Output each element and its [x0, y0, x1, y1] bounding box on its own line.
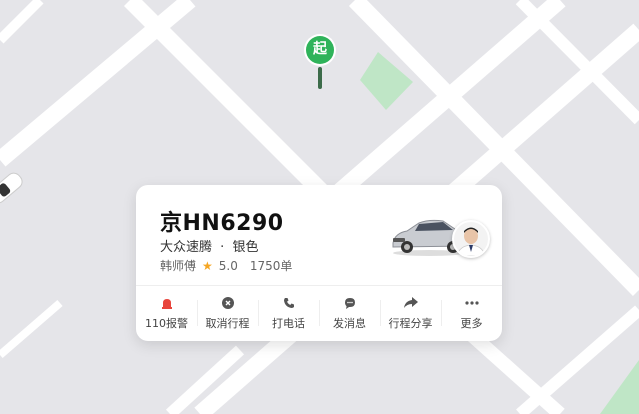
driver-avatar[interactable] — [452, 220, 490, 258]
star-icon: ★ — [202, 258, 213, 273]
share-trip-button[interactable]: 行程分享 — [380, 286, 441, 341]
call-label: 打电话 — [272, 317, 305, 330]
phone-icon — [282, 296, 296, 310]
driver-name: 韩师傅 — [160, 259, 197, 273]
driver-meta: 韩师傅 ★ 5.0 1750单 — [160, 257, 292, 274]
driver-rating: 5.0 — [218, 258, 238, 273]
alarm-110-button[interactable]: 110报警 — [136, 286, 197, 341]
alarm-icon — [160, 296, 174, 310]
start-pin[interactable]: 起 — [303, 33, 337, 91]
alarm-110-label: 110报警 — [145, 317, 188, 330]
more-label: 更多 — [460, 317, 483, 330]
cancel-trip-label: 取消行程 — [205, 317, 250, 330]
message-label: 发消息 — [333, 317, 366, 330]
cancel-icon — [221, 296, 235, 310]
action-bar: 110报警 取消行程 打电话 发消息 行程分享 更多 — [136, 286, 502, 341]
message-button[interactable]: 发消息 — [319, 286, 380, 341]
share-trip-label: 行程分享 — [388, 317, 433, 330]
driver-card: 京HN6290 大众速腾 · 银色 韩师傅 ★ 5.0 1750单 110报警 … — [136, 185, 502, 341]
car-color: 银色 — [232, 240, 259, 255]
car-model: 大众速腾 — [160, 240, 213, 255]
call-button[interactable]: 打电话 — [258, 286, 319, 341]
car-info: 大众速腾 · 银色 — [160, 236, 258, 255]
start-pin-label: 起 — [313, 41, 327, 57]
message-icon — [343, 296, 357, 310]
cancel-trip-button[interactable]: 取消行程 — [197, 286, 258, 341]
order-count: 1750单 — [249, 259, 293, 273]
more-button[interactable]: 更多 — [441, 286, 502, 341]
separator: · — [220, 240, 225, 255]
share-icon — [403, 296, 418, 310]
more-icon — [464, 296, 479, 310]
license-plate: 京HN6290 — [160, 211, 284, 236]
